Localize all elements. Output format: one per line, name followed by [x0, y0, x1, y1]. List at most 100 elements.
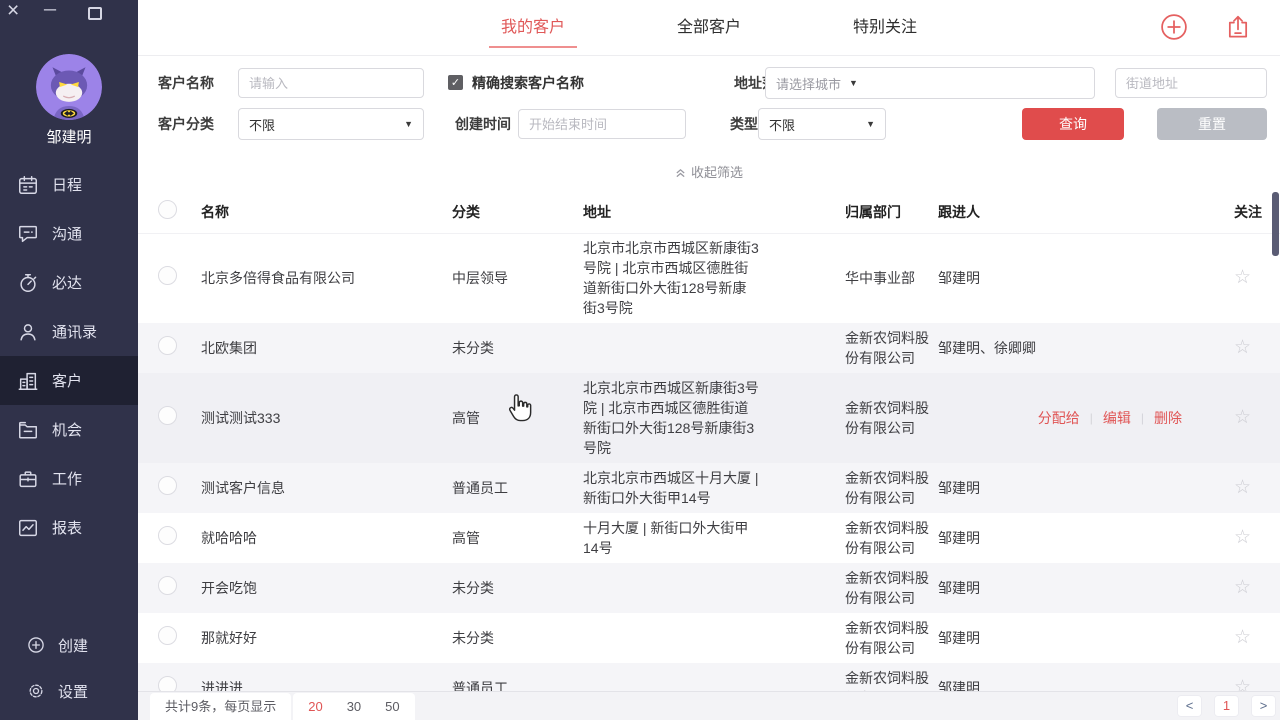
add-customer-icon[interactable] [1160, 13, 1188, 41]
tab-all-customers[interactable]: 全部客户 [665, 13, 753, 48]
row-select-radio[interactable] [158, 576, 177, 595]
next-page-button[interactable]: > [1251, 695, 1276, 717]
topbar: 我的客户 全部客户 特别关注 [138, 0, 1280, 56]
row-select-radio[interactable] [158, 336, 177, 355]
create-time-label: 创建时间 [455, 108, 511, 140]
tab-my-customers[interactable]: 我的客户 [489, 13, 577, 48]
pagination: < 1 > [1177, 695, 1276, 717]
customer-name[interactable]: 测试测试333 [201, 408, 452, 428]
sidebar-item-opportunities[interactable]: 机会 [0, 405, 138, 454]
customer-department: 金新农饲料股份有限公司 [845, 328, 938, 368]
page-size-50[interactable]: 50 [385, 693, 399, 720]
building-icon [17, 370, 39, 392]
calendar-icon [17, 174, 39, 196]
table-body: 北京多倍得食品有限公司中层领导北京市北京市西城区新康街3号院 | 北京市西城区德… [138, 233, 1280, 720]
table-row[interactable]: 北京多倍得食品有限公司中层领导北京市北京市西城区新康街3号院 | 北京市西城区德… [138, 233, 1280, 323]
star-icon[interactable]: ☆ [1234, 627, 1251, 648]
row-select-radio[interactable] [158, 406, 177, 425]
avatar[interactable] [36, 54, 102, 120]
export-icon[interactable] [1224, 13, 1252, 41]
plus-circle-icon [26, 635, 46, 655]
row-select-radio[interactable] [158, 526, 177, 545]
customer-follower: 邹建明 [938, 578, 1220, 598]
customer-name[interactable]: 开会吃饱 [201, 578, 452, 598]
minimize-icon[interactable]: ─ [44, 0, 56, 20]
customer-department: 金新农饲料股份有限公司 [845, 398, 938, 438]
row-action-delete[interactable]: 删除 [1154, 408, 1182, 428]
search-button[interactable]: 查询 [1022, 108, 1124, 140]
row-select-radio[interactable] [158, 476, 177, 495]
row-select-radio[interactable] [158, 626, 177, 645]
customer-department: 金新农饲料股份有限公司 [845, 568, 938, 608]
star-icon[interactable]: ☆ [1234, 267, 1251, 288]
column-header: 地址 [583, 202, 845, 222]
customer-follower: 邹建明、徐卿卿 [938, 338, 1220, 358]
customer-name[interactable]: 那就好好 [201, 628, 452, 648]
exact-search-label: 精确搜索客户名称 [472, 67, 584, 99]
create-time-input[interactable] [518, 109, 686, 139]
sidebar: × ─ 邹建明 日程沟通必达通讯录客户机会工作报表 创建设置 [0, 0, 138, 720]
folder-icon [17, 419, 39, 441]
column-header: 跟进人 [938, 202, 1220, 222]
table-footer: 共计9条，每页显示 203050 < 1 > [138, 691, 1280, 720]
customer-address: 北京市北京市西城区新康街3号院 | 北京市西城区德胜街道新街口外大街128号新康… [583, 238, 759, 318]
sidebar-item-settings[interactable]: 设置 [0, 668, 138, 714]
reset-button[interactable]: 重置 [1157, 108, 1267, 140]
sidebar-item-create[interactable]: 创建 [0, 622, 138, 668]
customer-category: 未分类 [452, 628, 583, 648]
table-row[interactable]: 就哈哈哈高管十月大厦 | 新街口外大街甲14号金新农饲料股份有限公司邹建明☆ [138, 513, 1280, 563]
close-icon[interactable]: × [7, 1, 19, 21]
customer-name[interactable]: 测试客户信息 [201, 478, 452, 498]
sidebar-item-reports[interactable]: 报表 [0, 503, 138, 552]
page-size-30[interactable]: 30 [347, 693, 361, 720]
customer-follower: 邹建明 [938, 478, 1220, 498]
customer-name[interactable]: 北京多倍得食品有限公司 [201, 268, 452, 288]
sidebar-item-bida[interactable]: 必达 [0, 258, 138, 307]
sidebar-bottom-menu: 创建设置 [0, 622, 138, 714]
tab-special-follow[interactable]: 特别关注 [841, 13, 929, 48]
maximize-icon[interactable] [88, 7, 102, 20]
table-row[interactable]: 开会吃饱未分类金新农饲料股份有限公司邹建明☆ [138, 563, 1280, 613]
type-select[interactable]: 不限 ▼ [758, 108, 886, 140]
row-select-radio[interactable] [158, 266, 177, 285]
sidebar-item-work[interactable]: 工作 [0, 454, 138, 503]
table-row[interactable]: 测试测试333高管北京北京市西城区新康街3号院 | 北京市西城区德胜街道新街口外… [138, 373, 1280, 463]
customer-address: 北京北京市西城区十月大厦 | 新街口外大街甲14号 [583, 468, 759, 508]
username: 邹建明 [0, 126, 138, 147]
chevron-down-icon: ▼ [404, 119, 413, 129]
star-icon[interactable]: ☆ [1234, 477, 1251, 498]
category-select[interactable]: 不限 ▼ [238, 108, 424, 140]
stopwatch-icon [17, 272, 39, 294]
sidebar-item-customers[interactable]: 客户 [0, 356, 138, 405]
customer-department: 华中事业部 [845, 268, 938, 288]
star-icon[interactable]: ☆ [1234, 577, 1251, 598]
star-icon[interactable]: ☆ [1234, 407, 1251, 428]
select-all-radio[interactable] [158, 200, 177, 219]
star-icon[interactable]: ☆ [1234, 337, 1251, 358]
customer-name-input[interactable] [238, 68, 424, 98]
city-select[interactable]: 请选择城市 ▼ [765, 67, 1095, 99]
sidebar-menu: 日程沟通必达通讯录客户机会工作报表 [0, 160, 138, 552]
customer-category: 中层领导 [452, 268, 583, 288]
collapse-filters-link[interactable]: 收起筛选 [138, 162, 1280, 181]
customer-category-label: 客户分类 [158, 108, 214, 140]
table-row[interactable]: 那就好好未分类金新农饲料股份有限公司邹建明☆ [138, 613, 1280, 663]
sidebar-item-communication[interactable]: 沟通 [0, 209, 138, 258]
exact-search-checkbox[interactable] [448, 75, 463, 90]
prev-page-button[interactable]: < [1177, 695, 1202, 717]
sidebar-item-contacts[interactable]: 通讯录 [0, 307, 138, 356]
customer-name[interactable]: 就哈哈哈 [201, 528, 452, 548]
sidebar-item-schedule[interactable]: 日程 [0, 160, 138, 209]
row-action-edit[interactable]: 编辑 [1103, 408, 1131, 428]
current-page-button[interactable]: 1 [1214, 695, 1239, 717]
table-row[interactable]: 测试客户信息普通员工北京北京市西城区十月大厦 | 新街口外大街甲14号金新农饲料… [138, 463, 1280, 513]
row-action-assign[interactable]: 分配给 [1038, 408, 1080, 428]
street-address-input[interactable] [1115, 68, 1267, 98]
customer-follower: 邹建明 [938, 628, 1220, 648]
scrollbar-thumb[interactable] [1272, 192, 1279, 256]
star-icon[interactable]: ☆ [1234, 527, 1251, 548]
table-row[interactable]: 北欧集团未分类金新农饲料股份有限公司邹建明、徐卿卿☆ [138, 323, 1280, 373]
customer-name[interactable]: 北欧集团 [201, 338, 452, 358]
page-size-20[interactable]: 20 [308, 693, 322, 720]
topbar-icons [1160, 13, 1252, 41]
